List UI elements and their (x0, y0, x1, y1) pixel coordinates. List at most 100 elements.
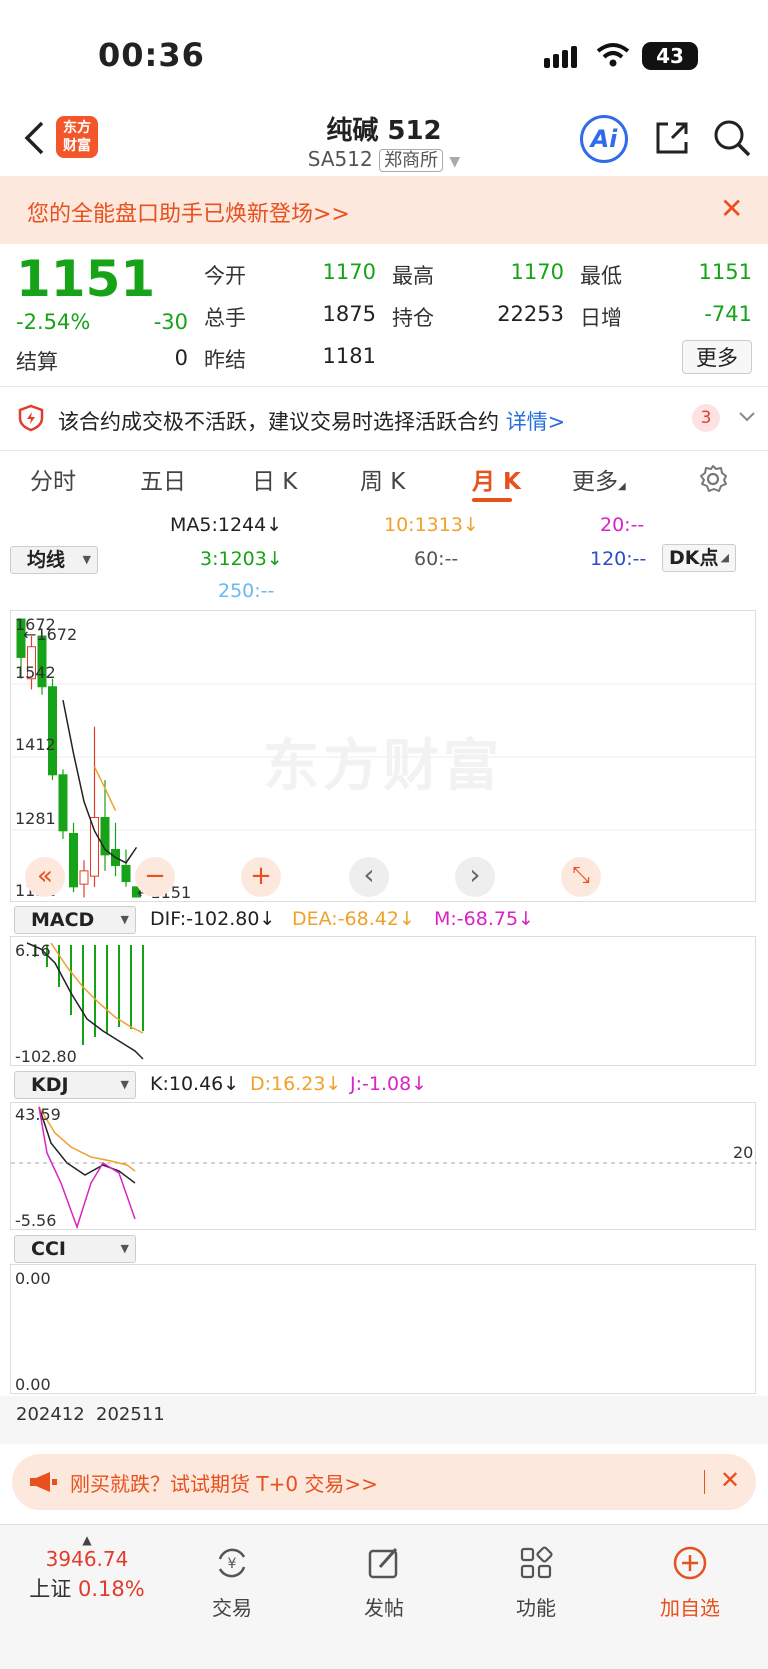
bottom-nav: ▲ 3946.74 上证 0.18% ¥ 交易 发帖 功能 加自选 (0, 1524, 768, 1669)
index-ticker[interactable]: ▲ 3946.74 上证 0.18% (22, 1533, 152, 1603)
gear-icon[interactable] (698, 464, 728, 494)
prev-settle-label: 昨结 (204, 348, 246, 372)
macd-panel[interactable]: 6.16 -102.80 (10, 936, 756, 1066)
index-change: 0.18% (77, 1577, 145, 1601)
warning-text: 该合约成交极不活跃，建议交易时选择活跃合约 (58, 410, 499, 434)
caret-down-icon: ▼ (120, 1242, 129, 1255)
nav-trade[interactable]: ¥ 交易 (182, 1545, 282, 1621)
close-icon[interactable]: ✕ (720, 192, 743, 225)
macd-m: M:-68.75↓ (434, 908, 534, 930)
tab-monthly-k[interactable]: 月 K (472, 462, 521, 496)
ma120-value: 120:-- (590, 548, 647, 570)
kdj-bottom-label: -5.56 (15, 1211, 57, 1230)
svg-text:¥: ¥ (228, 1556, 237, 1572)
caret-down-icon: ▼ (82, 553, 91, 566)
chart-control-first[interactable]: « (25, 857, 65, 897)
nav-post[interactable]: 发帖 (334, 1545, 434, 1621)
ma60-value: 60:-- (414, 548, 459, 570)
volume-label: 总手 (204, 306, 246, 330)
chevron-down-icon[interactable] (738, 410, 756, 424)
kdj-selector[interactable]: KDJ ▼ (14, 1071, 136, 1099)
candle-body (69, 833, 78, 888)
candle-body (48, 686, 57, 776)
candle-body (58, 774, 68, 832)
ma20-value: 20:-- (600, 514, 645, 536)
oi-value: 22253 (497, 302, 564, 326)
warning-detail-link[interactable]: 详情> (506, 410, 566, 434)
macd-dif: DIF:-102.80↓ (150, 908, 276, 930)
index-value: 3946.74 (45, 1547, 129, 1571)
tab-weekly-k[interactable]: 周 K (360, 462, 405, 496)
tab-more[interactable]: 更多◢ (572, 462, 626, 496)
corner-caret-icon: ◢ (720, 551, 729, 564)
ma5-value: MA5:1244↓ (170, 514, 283, 536)
close-icon[interactable]: ✕ (720, 1466, 740, 1494)
change-value: -30 (153, 310, 188, 334)
macd-selector[interactable]: MACD ▼ (14, 906, 136, 934)
ai-button[interactable]: Ai (580, 115, 628, 163)
zoom-in-button[interactable]: + (241, 857, 281, 897)
nav-add-watchlist[interactable]: 加自选 (640, 1545, 740, 1621)
low-value: 1151 (698, 260, 752, 284)
date-start: 202412 (16, 1404, 85, 1425)
kline-chart-panel[interactable]: 东方财富 1672 1542 1412 1281 1151 ←1672 ←115… (10, 610, 757, 902)
max-price-marker: ←1672 (23, 625, 78, 644)
macd-chart (26, 942, 144, 1060)
nav-functions[interactable]: 功能 (486, 1545, 586, 1621)
high-value: 1170 (510, 260, 564, 284)
change-percent: -2.54% (16, 310, 91, 334)
ma-selector[interactable]: 均线 ▼ (10, 546, 98, 574)
contract-code: SA512 (307, 147, 373, 171)
y-label-4: 1281 (15, 809, 56, 828)
t0-promo-bar[interactable]: 刚买就跌？试试期货 T+0 交易>> ✕ (12, 1454, 756, 1510)
status-bar: 00:36 43 (0, 0, 768, 110)
candle-body (90, 816, 99, 877)
index-name: 上证 (29, 1577, 72, 1601)
ma3-value: 3:1203↓ (200, 548, 283, 570)
plus-circle-icon (673, 1546, 707, 1580)
scroll-left-button[interactable]: ‹ (349, 857, 389, 897)
candle-body (79, 870, 89, 885)
cci-selector[interactable]: CCI ▼ (14, 1235, 136, 1263)
daily-inc-label: 日增 (580, 306, 622, 330)
corner-caret-icon: ◢ (618, 481, 626, 492)
wifi-icon (596, 43, 630, 67)
promo-banner[interactable]: 您的全能盘口助手已焕新登场>> ✕ (0, 176, 768, 244)
cci-bottom-label: 0.00 (15, 1375, 51, 1394)
battery-icon: 43 (642, 42, 698, 70)
tab-daily-k[interactable]: 日 K (252, 462, 297, 496)
caret-down-icon: ▼ (120, 913, 129, 926)
caret-down-icon: ▼ (120, 1078, 129, 1091)
inactive-warning[interactable]: 该合约成交极不活跃，建议交易时选择活跃合约 详情> 3 (0, 386, 768, 450)
share-icon[interactable] (652, 118, 692, 158)
scroll-right-button[interactable]: › (455, 857, 495, 897)
cci-panel[interactable]: 0.00 0.00 (10, 1264, 756, 1394)
open-value: 1170 (322, 260, 376, 284)
ma250-value: 250:-- (218, 580, 275, 602)
dk-point-toggle[interactable]: DK点 ◢ (662, 544, 736, 572)
fullscreen-button[interactable]: ⤡ (561, 857, 601, 897)
open-label: 今开 (204, 264, 246, 288)
candle-body (121, 865, 131, 883)
search-icon[interactable] (712, 118, 752, 158)
period-tabs: 分时 五日 日 K 周 K 月 K 更多◢ (0, 450, 768, 506)
nav-add-watchlist-label: 加自选 (660, 1596, 720, 1620)
kdj-panel[interactable]: 43.59 -5.56 20 (10, 1102, 757, 1230)
trade-icon: ¥ (218, 1548, 246, 1578)
daily-inc-value: -741 (704, 302, 752, 326)
status-time: 00:36 (98, 36, 205, 74)
exchange-tag: 郑商所 (379, 149, 444, 172)
tab-intraday[interactable]: 分时 (30, 462, 76, 496)
signal-icon (544, 44, 584, 68)
tab-five-day[interactable]: 五日 (140, 462, 186, 496)
macd-dea: DEA:-68.42↓ (292, 908, 415, 930)
zoom-out-button[interactable]: − (135, 857, 175, 897)
kdj-top-label: 43.59 (15, 1105, 61, 1124)
y-label-2: 1542 (15, 663, 56, 682)
warning-shield-icon (18, 404, 44, 432)
settle-value: 0 (174, 346, 188, 370)
last-price: 1151 (16, 250, 156, 308)
more-quote-button[interactable]: 更多 (682, 340, 752, 374)
date-end: 202511 (96, 1404, 165, 1425)
macd-top-label: 6.16 (15, 941, 51, 960)
